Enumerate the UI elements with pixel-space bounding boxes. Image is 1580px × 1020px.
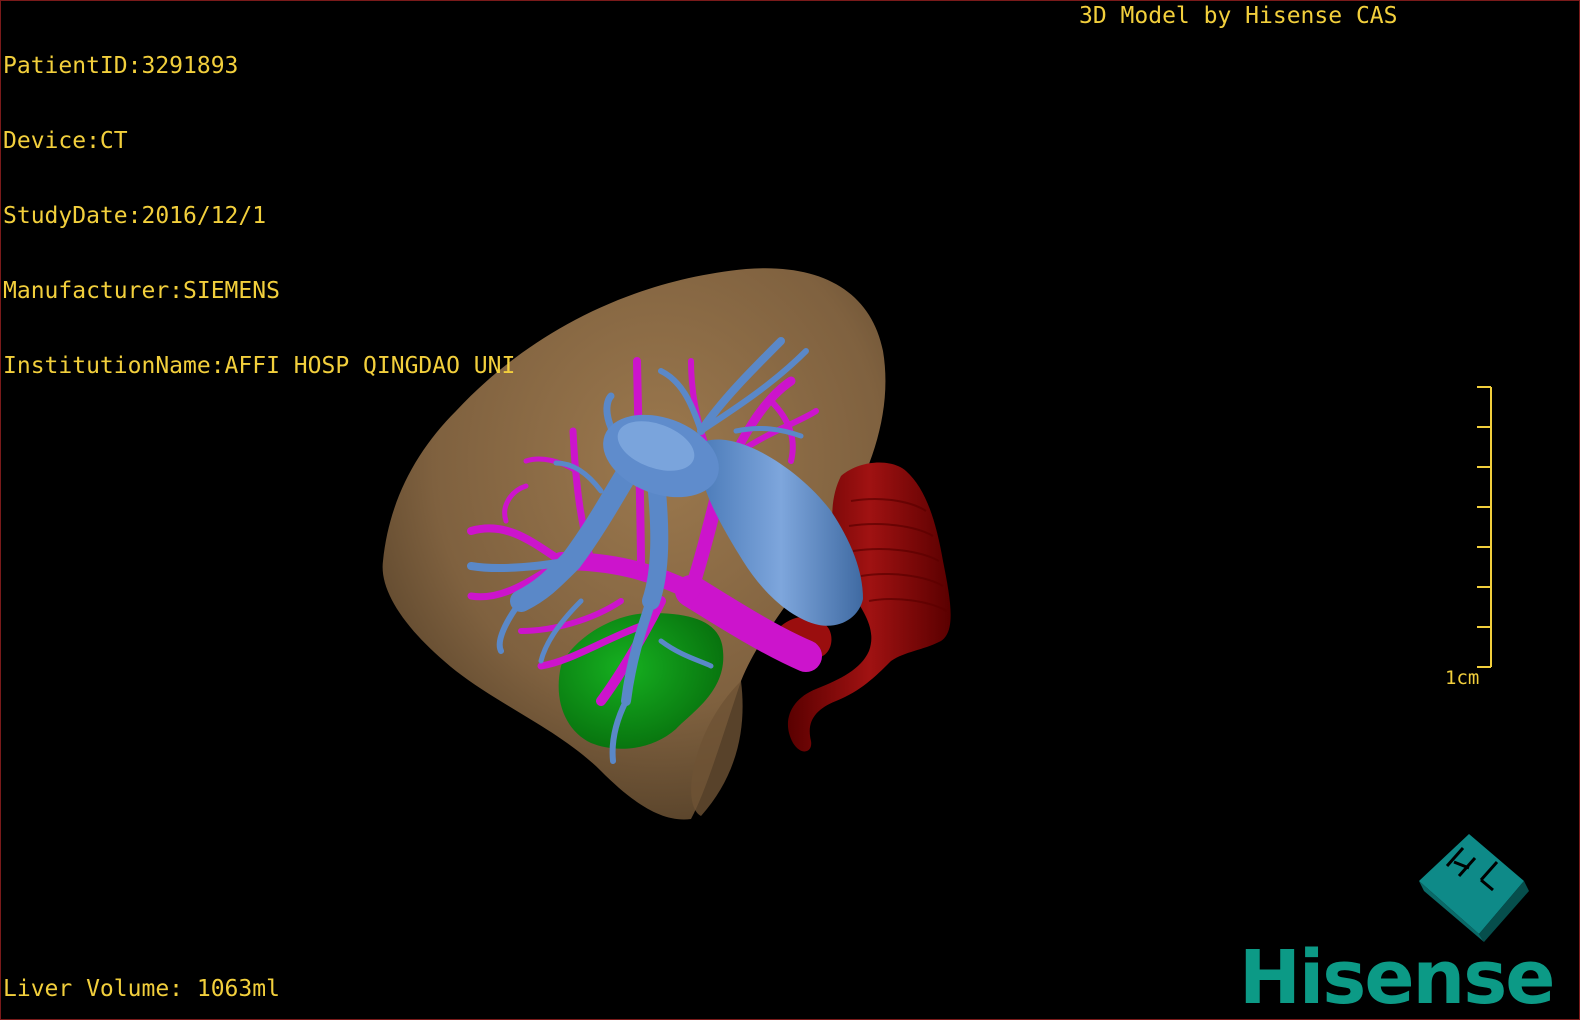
scale-bar-label: 1cm [1445, 667, 1480, 689]
institution-label: InstitutionName:AFFI HOSP QINGDAO UNI [3, 353, 516, 379]
device-label: Device:CT [3, 128, 128, 154]
model-credit-label: 3D Model by Hisense CAS [1079, 3, 1398, 29]
orientation-cube-icon[interactable] [1419, 834, 1529, 942]
scale-bar [1477, 386, 1492, 668]
patient-id-label: PatientID:3291893 [3, 53, 239, 79]
hisense-logo: Hisense [1239, 935, 1555, 1020]
liver-volume-label: Liver Volume: 1063ml [3, 976, 280, 1002]
patient-info-panel: PatientID:3291893 Device:CT StudyDate:20… [3, 4, 515, 429]
manufacturer-label: Manufacturer:SIEMENS [3, 278, 280, 304]
3d-viewport[interactable]: PatientID:3291893 Device:CT StudyDate:20… [0, 0, 1580, 1020]
study-date-label: StudyDate:2016/12/1 [3, 203, 267, 229]
